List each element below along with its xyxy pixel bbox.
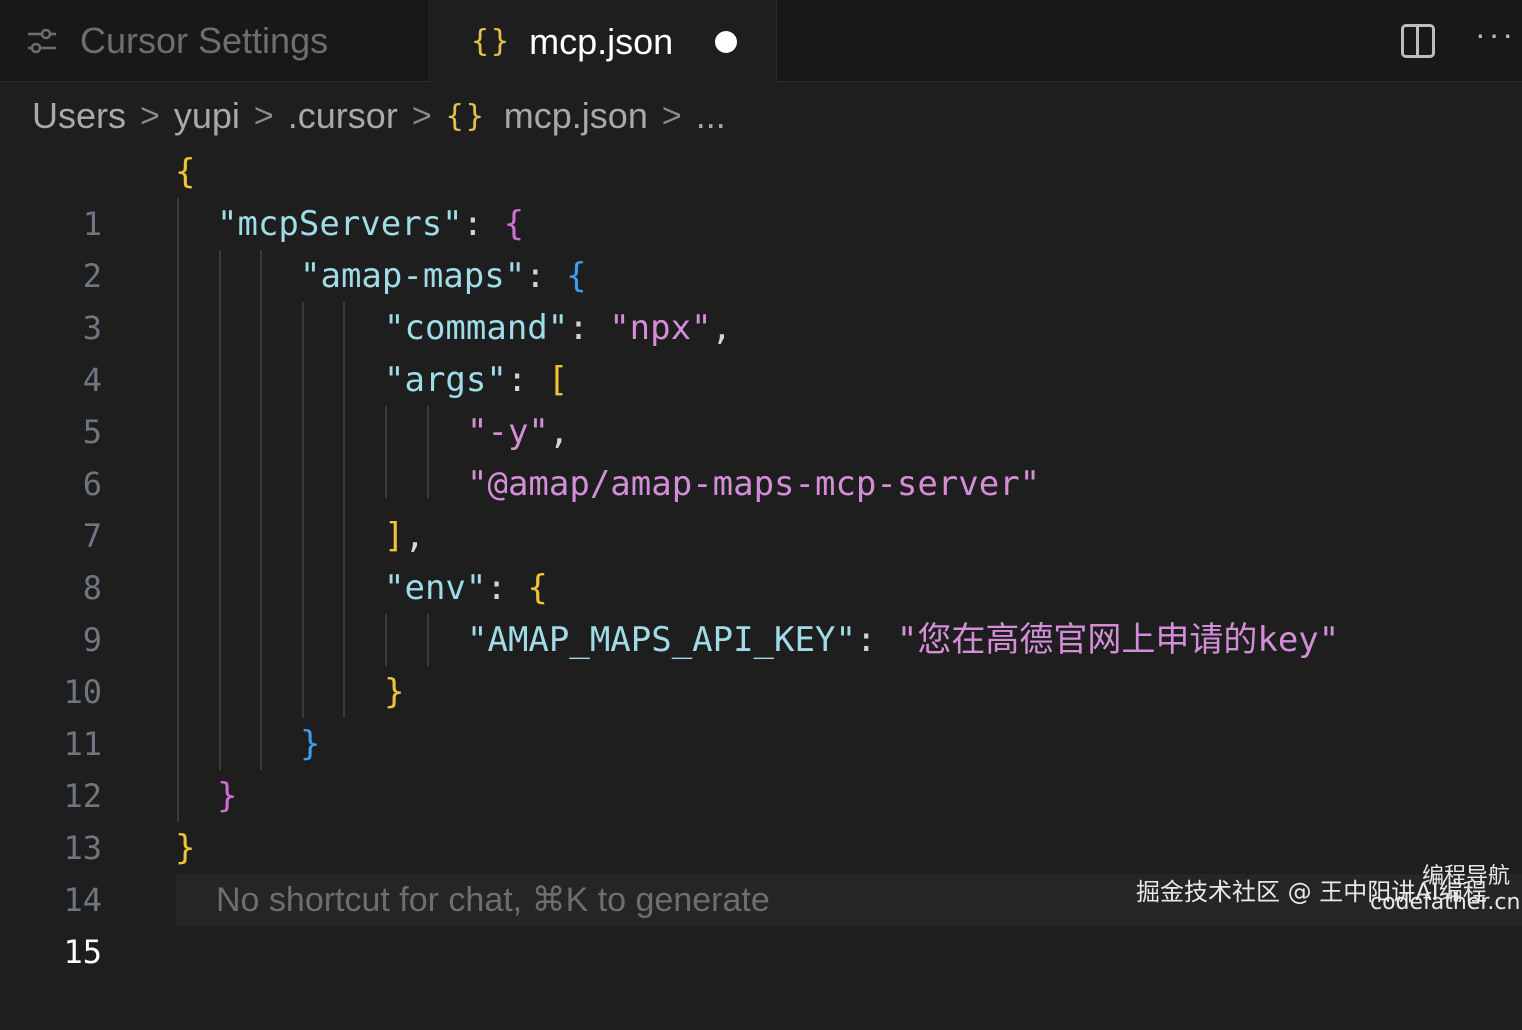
line-number: 15 xyxy=(63,933,102,971)
breadcrumb-yupi[interactable]: yupi xyxy=(174,95,240,137)
breadcrumb-symbols[interactable]: ... xyxy=(696,95,726,137)
tab-actions: ··· xyxy=(1401,0,1522,82)
code-line: 4 "command": "npx", xyxy=(0,302,1522,399)
code-line: 8 ], xyxy=(0,510,1522,607)
code-line: 12 } xyxy=(0,718,1522,815)
sliders-icon xyxy=(28,28,56,54)
code-line: 2 "mcpServers": { xyxy=(0,198,1522,295)
watermark-site: codefather.cn xyxy=(1370,890,1521,915)
chevron-right-icon: > xyxy=(253,96,274,135)
tab-cursor-settings[interactable]: Cursor Settings xyxy=(0,0,430,82)
code-line: 1 { xyxy=(0,146,1522,243)
code-line: 3 "amap-maps": { xyxy=(0,250,1522,347)
chevron-right-icon: > xyxy=(140,96,160,135)
chevron-right-icon: > xyxy=(661,96,682,135)
code-line: 6 "-y", xyxy=(0,406,1522,503)
code-line: 5 "args": [ xyxy=(0,354,1522,451)
code-editor[interactable]: 1 { 2 "mcpServers": { 3 "amap-maps": { 4… xyxy=(0,146,1522,971)
code-line: 14 } xyxy=(0,822,1522,919)
tab-mcp-json[interactable]: {} mcp.json xyxy=(431,0,777,83)
json-file-icon: {} xyxy=(445,98,486,134)
code-line: 10 "AMAP_MAPS_API_KEY": "您在高德官网上申请的key" xyxy=(0,614,1522,711)
tab-label-settings: Cursor Settings xyxy=(80,20,329,61)
unsaved-dot-icon[interactable] xyxy=(715,30,738,53)
breadcrumb-cursor[interactable]: .cursor xyxy=(288,95,398,137)
code-line-number-active: 15 xyxy=(0,874,110,971)
tab-label-mcp-json: mcp.json xyxy=(529,20,674,62)
code-line: 11 } xyxy=(0,666,1522,763)
breadcrumb: Users > yupi > .cursor > {} mcp.json > .… xyxy=(32,90,726,142)
code-line: 13 } xyxy=(0,770,1522,867)
more-actions-icon[interactable]: ··· xyxy=(1475,16,1516,53)
breadcrumb-mcp-json[interactable]: mcp.json xyxy=(504,95,648,137)
ai-generate-hint: No shortcut for chat, ⌘K to generate xyxy=(216,881,770,919)
chevron-right-icon: > xyxy=(411,96,432,135)
watermark-nav: 编程导航 xyxy=(1422,864,1511,889)
breadcrumb-users[interactable]: Users xyxy=(32,95,126,137)
editor-tab-bar: Cursor Settings {} mcp.json ··· xyxy=(0,0,1522,83)
code-line: 7 "@amap/amap-maps-mcp-server" xyxy=(0,458,1522,555)
code-line: 9 "env": { xyxy=(0,562,1522,659)
split-editor-icon[interactable] xyxy=(1401,24,1436,58)
json-file-icon: {} xyxy=(471,24,512,59)
